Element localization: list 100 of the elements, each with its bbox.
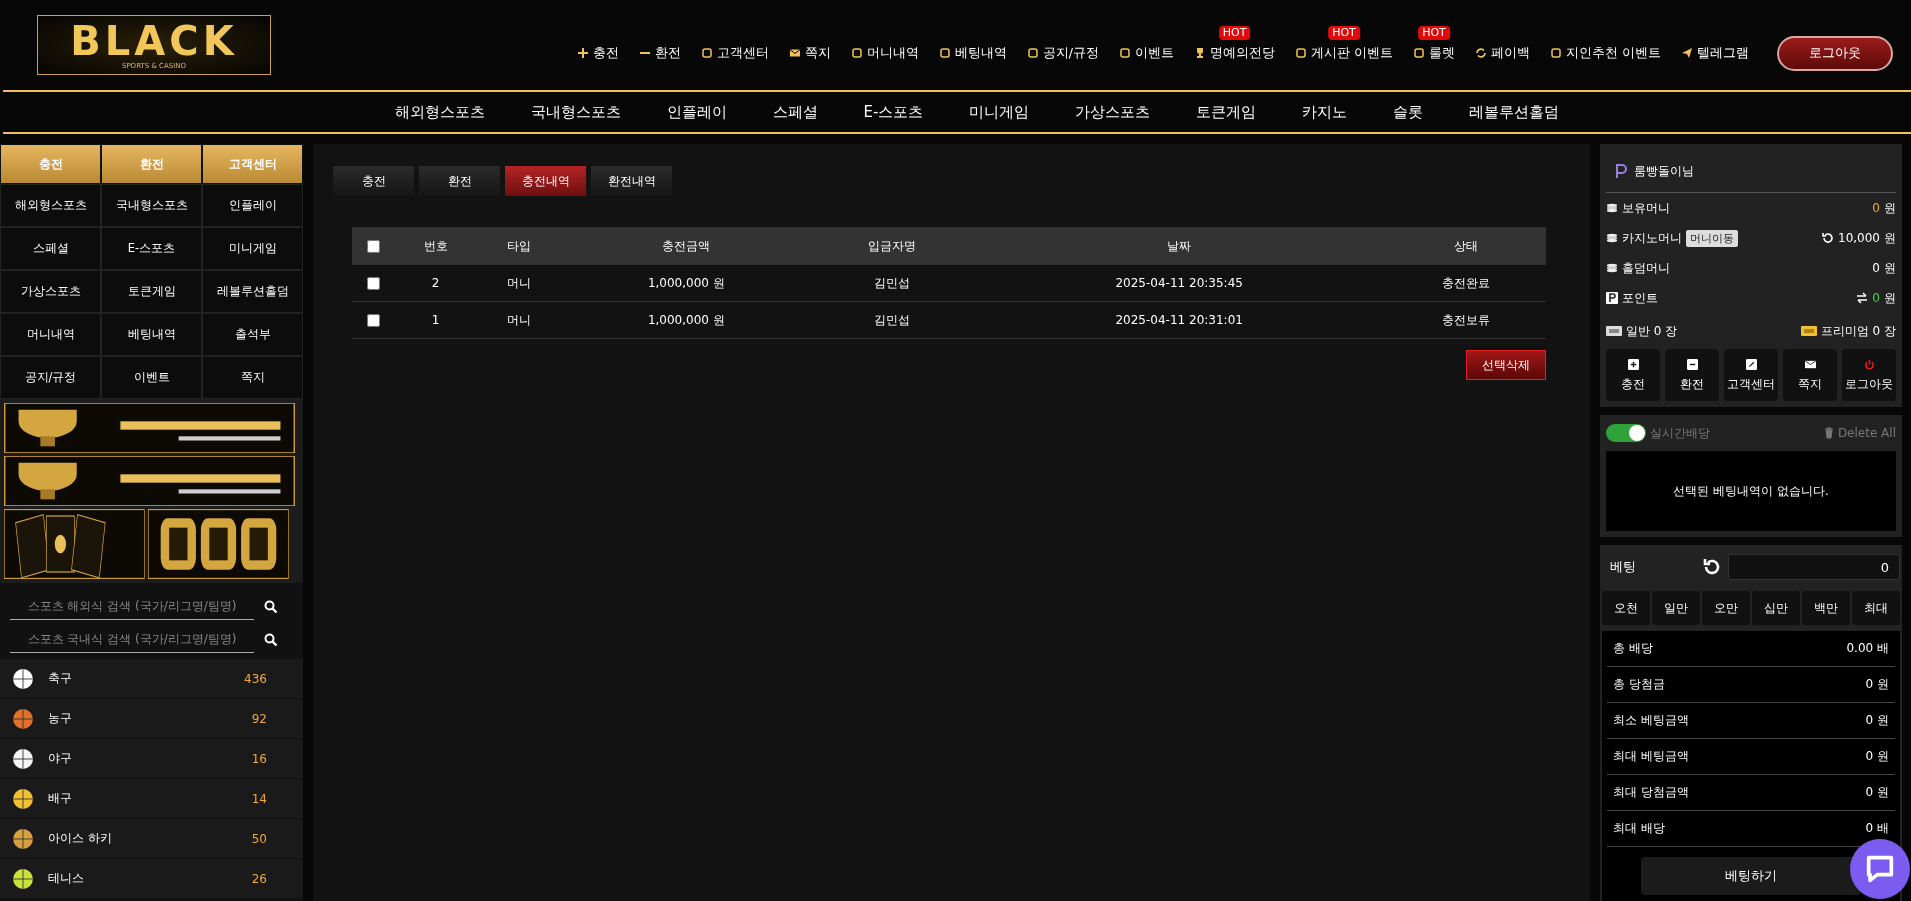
main-nav-item[interactable]: 레볼루션홀덤: [1446, 102, 1583, 122]
sport-item[interactable]: 배구 14: [0, 779, 303, 819]
tab[interactable]: 환전: [419, 166, 500, 196]
quick-amount-button[interactable]: 십만: [1752, 591, 1800, 625]
coins-icon: [1606, 202, 1618, 214]
row-checkbox[interactable]: [367, 276, 380, 290]
top-link[interactable]: 환전: [638, 44, 681, 62]
table-cell: 머니: [477, 301, 561, 339]
sidebar-item[interactable]: 공지/규정: [0, 356, 101, 399]
delete-selected-button[interactable]: 선택삭제: [1466, 350, 1546, 380]
tab[interactable]: 환전내역: [591, 166, 672, 196]
summary-value: 0 원: [1865, 748, 1889, 765]
search-icon[interactable]: [264, 632, 278, 647]
column-header: 날짜: [972, 227, 1387, 265]
sport-item[interactable]: 농구 92: [0, 699, 303, 739]
user-name: 룸빵돌이님: [1634, 162, 1694, 180]
table-cell: 충전완료: [1386, 265, 1546, 302]
reset-icon[interactable]: [1702, 557, 1722, 577]
balance-label: 보유머니: [1622, 199, 1670, 217]
logout-button[interactable]: 로그아웃: [1777, 35, 1893, 71]
quick-amount-button[interactable]: 오만: [1702, 591, 1750, 625]
money-transfer-button[interactable]: 머니이동: [1686, 229, 1738, 247]
sport-item[interactable]: 테니스 26: [0, 859, 303, 899]
top-link[interactable]: 이벤트: [1119, 44, 1175, 62]
sidebar-item[interactable]: 해외형스포츠: [0, 184, 101, 227]
sidebar-item[interactable]: 레볼루션홀덤: [202, 270, 303, 313]
top-link[interactable]: 충전: [576, 44, 619, 62]
select-all-checkbox[interactable]: [367, 239, 380, 253]
quick-amount-button[interactable]: 백만: [1802, 591, 1850, 625]
top-link[interactable]: 텔레그램: [1681, 44, 1749, 62]
sidebar-item[interactable]: 인플레이: [202, 184, 303, 227]
top-link[interactable]: 고객센터: [700, 44, 769, 62]
delete-all-link[interactable]: Delete All: [1822, 426, 1896, 440]
sidebar-item[interactable]: 이벤트: [101, 356, 202, 399]
place-bet-button[interactable]: 베팅하기: [1641, 857, 1861, 895]
sidebar-item[interactable]: 가상스포츠: [0, 270, 101, 313]
refresh-icon[interactable]: [1822, 232, 1834, 244]
search-field[interactable]: 스포츠 해외식 검색 (국가/리그명/팀명): [10, 593, 254, 620]
main-nav-item[interactable]: 국내형스포츠: [507, 102, 644, 122]
main-nav-item[interactable]: 인플레이: [643, 102, 750, 122]
main-nav-item[interactable]: 해외형스포츠: [371, 102, 508, 122]
ball-icon: [12, 787, 34, 810]
sidebar-item[interactable]: 국내형스포츠: [101, 184, 202, 227]
search-icon[interactable]: [264, 599, 278, 614]
top-link[interactable]: 쪽지: [788, 44, 831, 62]
currency-unit: 원: [1884, 229, 1896, 247]
sport-item[interactable]: 아이스 하키 50: [0, 819, 303, 859]
minus-icon: [1686, 358, 1698, 370]
ball-icon: [12, 827, 34, 850]
sidebar-item[interactable]: 토큰게임: [101, 270, 202, 313]
main-nav-item[interactable]: 슬롯: [1370, 102, 1447, 122]
account-action-button[interactable]: 로그아웃: [1842, 349, 1896, 401]
power-icon: [1863, 358, 1875, 370]
account-action-button[interactable]: 고객센터: [1724, 349, 1778, 401]
top-link[interactable]: 공지/규정: [1026, 44, 1100, 62]
column-header: 타입: [477, 227, 561, 265]
table-cell: 1: [394, 301, 478, 339]
main-nav-item[interactable]: 미니게임: [946, 102, 1053, 122]
ball-icon: [12, 867, 34, 890]
balance-label: 포인트: [1622, 289, 1658, 307]
main-nav-item[interactable]: 토큰게임: [1173, 102, 1280, 122]
top-link[interactable]: 페이백: [1475, 44, 1530, 62]
swap-icon[interactable]: [1856, 292, 1869, 304]
account-action-button[interactable]: 환전: [1665, 349, 1719, 401]
sidebar-item[interactable]: E-스포츠: [101, 227, 202, 270]
row-checkbox[interactable]: [367, 313, 380, 327]
quick-amount-button[interactable]: 일만: [1652, 591, 1700, 625]
ball-icon: [12, 707, 34, 730]
top-link[interactable]: 머니내역: [850, 44, 919, 62]
tab[interactable]: 충전내역: [505, 166, 586, 196]
account-action-button[interactable]: 충전: [1606, 349, 1660, 401]
summary-label: 최대 베팅금액: [1613, 748, 1689, 765]
table-cell: 2025-04-11 20:35:45: [972, 265, 1387, 302]
sidebar-item[interactable]: 쪽지: [202, 356, 303, 399]
bet-amount-field[interactable]: 0: [1728, 554, 1900, 580]
search-field[interactable]: 스포츠 국내식 검색 (국가/리그명/팀명): [10, 626, 254, 653]
sidebar-item[interactable]: 미니게임: [202, 227, 303, 270]
main-nav-item[interactable]: 카지노: [1279, 102, 1371, 122]
main-nav-item[interactable]: 가상스포츠: [1052, 102, 1174, 122]
summary-label: 최대 배당: [1613, 820, 1665, 837]
refresh-icon: [1475, 47, 1487, 59]
sidebar-item[interactable]: 스페셜: [0, 227, 101, 270]
table-cell: 김민섭: [812, 301, 973, 339]
sidebar-item[interactable]: 출석부: [202, 313, 303, 356]
top-link[interactable]: 베팅내역: [938, 44, 1007, 62]
quick-amount-button[interactable]: 최대: [1852, 591, 1900, 625]
sidebar-item[interactable]: 베팅내역: [101, 313, 202, 356]
main-nav-item[interactable]: 스페셜: [749, 102, 841, 122]
account-action-button[interactable]: 쪽지: [1783, 349, 1837, 401]
sport-item[interactable]: 축구 436: [0, 659, 303, 699]
quick-amount-button[interactable]: 오천: [1602, 591, 1650, 625]
top-link[interactable]: 지인추천 이벤트: [1550, 44, 1661, 62]
sidebar-item[interactable]: 머니내역: [0, 313, 101, 356]
main-nav-item[interactable]: E-스포츠: [840, 102, 947, 122]
point-icon: [1606, 292, 1618, 304]
summary-label: 최소 베팅금액: [1613, 712, 1689, 729]
table-cell: 김민섭: [812, 265, 973, 302]
sport-item[interactable]: 야구 16: [0, 739, 303, 779]
live-odds-toggle[interactable]: [1606, 424, 1646, 442]
tab[interactable]: 충전: [333, 166, 414, 196]
